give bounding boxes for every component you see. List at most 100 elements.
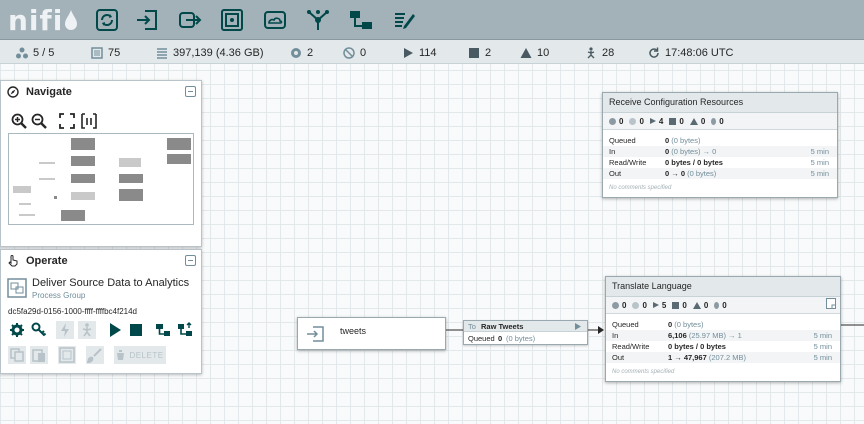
stopped-icon xyxy=(672,301,680,309)
processor-comment: No comments specified xyxy=(612,369,675,375)
refresh-status[interactable]: 17:48:06 UTC xyxy=(648,46,733,60)
navigate-collapse-button[interactable] xyxy=(185,86,196,97)
stopped-status: 2 xyxy=(468,46,491,60)
minimap-block xyxy=(119,158,141,167)
navigate-panel: Navigate xyxy=(0,80,202,247)
refresh-time: 17:48:06 UTC xyxy=(665,47,734,59)
zoom-out-icon[interactable] xyxy=(31,113,47,129)
stop-icon xyxy=(130,324,142,336)
fit-screen-icon[interactable] xyxy=(59,113,75,129)
stopped-stat: 0 xyxy=(672,301,687,310)
connection-label[interactable]: To Raw Tweets Queued 0 (0 bytes) xyxy=(463,320,588,345)
running-count: 114 xyxy=(419,47,437,59)
paint-brush-icon xyxy=(87,348,102,363)
enable-button[interactable] xyxy=(56,321,74,339)
metric-in: In 6,106 (25.97 MB) → 1 5 min xyxy=(606,330,840,341)
upload-template-button[interactable] xyxy=(176,321,194,339)
selection-name: Deliver Source Data to Analytics xyxy=(32,277,190,289)
app-header: nifi xyxy=(0,0,864,40)
minimap-block xyxy=(71,174,95,183)
processor-stats: 0 0 5 0 0 0 xyxy=(606,297,840,314)
create-template-button[interactable] xyxy=(154,321,172,339)
remote-process-group-icon[interactable] xyxy=(219,7,245,33)
output-port-icon[interactable] xyxy=(177,7,203,33)
operate-panel: Operate Deliver Source Data to Analytics… xyxy=(0,249,202,374)
gear-icon xyxy=(10,323,24,337)
minimap-block xyxy=(19,203,31,205)
processor-translate-language[interactable]: Translate Language 0 0 5 0 0 0 Queued 0 … xyxy=(605,276,841,382)
stopped-stat: 0 xyxy=(669,117,684,126)
delete-button[interactable]: DELETE xyxy=(114,346,166,364)
drop-icon xyxy=(65,10,77,30)
access-policies-button[interactable] xyxy=(30,321,48,339)
disabled-stat: 0 xyxy=(714,301,727,310)
stopped-count: 2 xyxy=(485,47,492,59)
input-port[interactable]: tweets xyxy=(297,317,446,350)
running-stat: 5 xyxy=(652,301,666,310)
compass-icon xyxy=(7,86,19,98)
copy-button[interactable] xyxy=(8,346,26,364)
metric-in: In 0 (0 bytes) → 0 5 min xyxy=(603,146,837,157)
disable-button[interactable] xyxy=(78,321,96,339)
not-transmitting-icon xyxy=(632,301,640,309)
cluster-status: 5 / 5 xyxy=(16,46,54,60)
connection-to-label: To xyxy=(468,322,476,331)
operate-title: Operate xyxy=(26,255,68,267)
minimap-block xyxy=(13,186,31,193)
minimap-block xyxy=(71,192,95,200)
template-icon xyxy=(156,324,170,336)
navigate-title: Navigate xyxy=(26,86,72,98)
not-transmitting-icon xyxy=(629,117,637,125)
cluster-count: 5 / 5 xyxy=(33,47,55,59)
transmitting-icon xyxy=(291,48,301,58)
disabled-status: 28 xyxy=(585,46,614,60)
transmitting-stat: 0 xyxy=(609,117,623,126)
queued-status: 397,139 (4.36 GB) xyxy=(156,46,264,60)
disabled-icon xyxy=(711,117,717,125)
comment-icon[interactable] xyxy=(826,298,836,309)
upload-template-icon xyxy=(178,322,192,336)
actual-size-icon[interactable] xyxy=(81,113,97,129)
minimap-block xyxy=(71,156,95,166)
processor-icon[interactable] xyxy=(391,7,417,33)
template-icon[interactable] xyxy=(305,7,331,33)
group-button[interactable] xyxy=(58,346,76,364)
disabled-icon xyxy=(82,323,92,337)
minimap-block xyxy=(71,138,95,150)
process-group-icon xyxy=(7,278,27,298)
metric-read-write: Read/Write 0 bytes / 0 bytes 5 min xyxy=(612,342,832,351)
navigate-header: Navigate xyxy=(1,81,201,103)
paste-icon xyxy=(32,349,45,362)
zoom-in-icon[interactable] xyxy=(11,113,27,129)
transmitting-status: 2 xyxy=(290,46,313,60)
invalid-stat: 0 xyxy=(689,117,705,126)
metric-queued: Queued 0 (0 bytes) xyxy=(612,320,704,329)
refresh-icon[interactable] xyxy=(648,47,660,59)
start-button[interactable] xyxy=(106,321,124,339)
selection-id: dc5fa29d-0156-1000-ffff-ffffbc4f214d xyxy=(8,307,137,316)
key-icon xyxy=(31,322,47,337)
warning-icon xyxy=(692,301,701,309)
not-transmitting-stat: 0 xyxy=(632,301,647,310)
queue-icon xyxy=(157,48,167,59)
running-icon xyxy=(652,302,659,308)
color-button[interactable] xyxy=(86,346,104,364)
stop-button[interactable] xyxy=(127,321,145,339)
minimap-block xyxy=(39,178,55,180)
minimap-block xyxy=(54,196,57,199)
input-port-icon[interactable] xyxy=(134,7,160,33)
label-icon[interactable] xyxy=(348,7,374,33)
operate-collapse-button[interactable] xyxy=(185,255,196,266)
hand-pointer-icon xyxy=(8,255,18,267)
birdseye-view[interactable] xyxy=(8,133,194,225)
connection-line-out xyxy=(838,324,864,326)
active-threads-count: 75 xyxy=(108,47,121,59)
processor-receive-configuration-resources[interactable]: Receive Configuration Resources 0 0 4 0 … xyxy=(602,92,838,198)
paste-button[interactable] xyxy=(30,346,48,364)
transmitting-count: 2 xyxy=(307,47,314,59)
configure-button[interactable] xyxy=(8,321,26,339)
metric-queued: Queued 0 (0 bytes) xyxy=(609,136,701,145)
warning-icon xyxy=(520,48,532,58)
process-group-icon[interactable] xyxy=(94,7,120,33)
funnel-icon[interactable] xyxy=(262,7,288,33)
